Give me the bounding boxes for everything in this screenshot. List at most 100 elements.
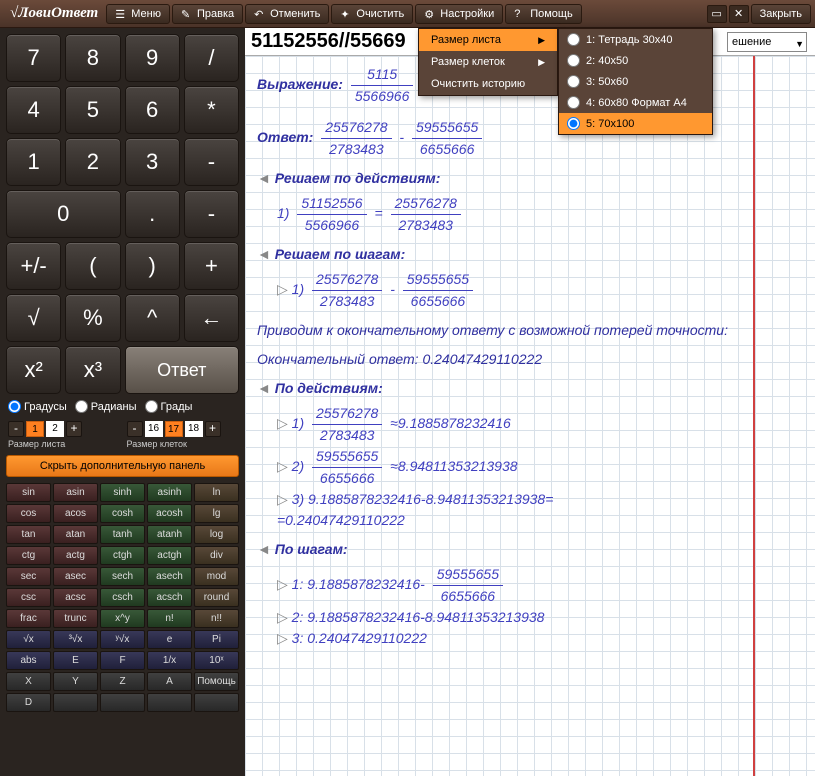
fn-sec[interactable]: sec xyxy=(6,567,51,586)
fn-abs[interactable]: abs xyxy=(6,651,51,670)
key-answer[interactable]: Ответ xyxy=(125,346,240,394)
key-minus[interactable]: - xyxy=(184,138,239,186)
size-option-4[interactable]: 4: 60x80 Формат A4 xyxy=(559,92,712,113)
size-option-1[interactable]: 1: Тетрадь 30x40 xyxy=(559,29,712,50)
fn-round[interactable]: round xyxy=(194,588,239,607)
key-percent[interactable]: % xyxy=(65,294,120,342)
fn-D[interactable]: D xyxy=(6,693,51,712)
key-5[interactable]: 5 xyxy=(65,86,120,134)
key-dot[interactable]: . xyxy=(125,190,180,238)
fn-Y[interactable]: Y xyxy=(53,672,98,691)
key-x3[interactable]: x³ xyxy=(65,346,120,394)
fn-trunc[interactable]: trunc xyxy=(53,609,98,628)
fn-acsc[interactable]: acsc xyxy=(53,588,98,607)
fn-atan[interactable]: atan xyxy=(53,525,98,544)
fn-Pi[interactable]: Pi xyxy=(194,630,239,649)
fn-mod[interactable]: mod xyxy=(194,567,239,586)
fn-asin[interactable]: asin xyxy=(53,483,98,502)
menu-clear-history[interactable]: Очистить историю xyxy=(419,73,557,95)
fn-tan[interactable]: tan xyxy=(6,525,51,544)
key-2[interactable]: 2 xyxy=(65,138,120,186)
fn-E[interactable]: E xyxy=(53,651,98,670)
fn-actgh[interactable]: actgh xyxy=(147,546,192,565)
fn-³√x[interactable]: ³√x xyxy=(53,630,98,649)
fn-asech[interactable]: asech xyxy=(147,567,192,586)
key-8[interactable]: 8 xyxy=(65,34,120,82)
cell-size-18[interactable]: 18 xyxy=(185,421,203,437)
fn-n!![interactable]: n!! xyxy=(194,609,239,628)
page-size-minus[interactable]: - xyxy=(8,421,24,437)
fn-acos[interactable]: acos xyxy=(53,504,98,523)
key-1[interactable]: 1 xyxy=(6,138,61,186)
key-plus[interactable]: + xyxy=(184,242,239,290)
fn-div[interactable]: div xyxy=(194,546,239,565)
fn-A[interactable]: A xyxy=(147,672,192,691)
fn-actg[interactable]: actg xyxy=(53,546,98,565)
key-multiply[interactable]: * xyxy=(184,86,239,134)
undo-button[interactable]: ↶Отменить xyxy=(245,4,329,24)
clear-button[interactable]: ✦Очистить xyxy=(331,4,413,24)
key-0[interactable]: 0 xyxy=(6,190,121,238)
key-backspace[interactable]: ← xyxy=(184,294,239,342)
size-option-3[interactable]: 3: 50x60 xyxy=(559,71,712,92)
close-x-button[interactable]: ✕ xyxy=(729,5,749,23)
edit-button[interactable]: ✎Правка xyxy=(172,4,243,24)
fn-F[interactable]: F xyxy=(100,651,145,670)
key-sqrt[interactable]: √ xyxy=(6,294,61,342)
key-x2[interactable]: x² xyxy=(6,346,61,394)
fn-acsch[interactable]: acsch xyxy=(147,588,192,607)
key-3[interactable]: 3 xyxy=(125,138,180,186)
menu-cell-size[interactable]: Размер клеток▶ xyxy=(419,51,557,73)
close-button[interactable]: Закрыть xyxy=(751,4,811,24)
size-option-2[interactable]: 2: 40x50 xyxy=(559,50,712,71)
radio-grads[interactable]: Грады xyxy=(145,400,193,413)
radio-radians[interactable]: Радианы xyxy=(75,400,137,413)
fn-1/x[interactable]: 1/x xyxy=(147,651,192,670)
fn-csc[interactable]: csc xyxy=(6,588,51,607)
key-lparen[interactable]: ( xyxy=(65,242,120,290)
key-plusminus[interactable]: +/- xyxy=(6,242,61,290)
solution-dropdown[interactable]: ешение xyxy=(727,32,807,52)
fn-cos[interactable]: cos xyxy=(6,504,51,523)
fn-ln[interactable]: ln xyxy=(194,483,239,502)
fn-ʸ√x[interactable]: ʸ√x xyxy=(100,630,145,649)
key-4[interactable]: 4 xyxy=(6,86,61,134)
key-rparen[interactable]: ) xyxy=(125,242,180,290)
size-option-5[interactable]: 5: 70x100 xyxy=(559,113,712,134)
help-button[interactable]: ?Помощь xyxy=(505,4,582,24)
fn-x^y[interactable]: x^y xyxy=(100,609,145,628)
settings-button[interactable]: ⚙Настройки xyxy=(415,4,503,24)
cell-size-16[interactable]: 16 xyxy=(145,421,163,437)
fn-lg[interactable]: lg xyxy=(194,504,239,523)
fn-cosh[interactable]: cosh xyxy=(100,504,145,523)
fn-X[interactable]: X xyxy=(6,672,51,691)
fn-sin[interactable]: sin xyxy=(6,483,51,502)
key-subtract[interactable]: - xyxy=(184,190,239,238)
cell-size-plus[interactable]: + xyxy=(205,421,221,437)
fn-csch[interactable]: csch xyxy=(100,588,145,607)
minimize-button[interactable]: ▭ xyxy=(707,5,727,23)
fn-sinh[interactable]: sinh xyxy=(100,483,145,502)
fn-ctgh[interactable]: ctgh xyxy=(100,546,145,565)
cell-size-17[interactable]: 17 xyxy=(165,421,183,437)
fn-asec[interactable]: asec xyxy=(53,567,98,586)
page-size-plus[interactable]: + xyxy=(66,421,82,437)
fn-Z[interactable]: Z xyxy=(100,672,145,691)
menu-page-size[interactable]: Размер листа▶ xyxy=(419,29,557,51)
fn-tanh[interactable]: tanh xyxy=(100,525,145,544)
fn-n![interactable]: n! xyxy=(147,609,192,628)
hide-panel-button[interactable]: Скрыть дополнительную панель xyxy=(6,455,239,477)
page-size-2[interactable]: 2 xyxy=(46,421,64,437)
fn-asinh[interactable]: asinh xyxy=(147,483,192,502)
fn-atanh[interactable]: atanh xyxy=(147,525,192,544)
fn-10ˣ[interactable]: 10ˣ xyxy=(194,651,239,670)
key-6[interactable]: 6 xyxy=(125,86,180,134)
fn-log[interactable]: log xyxy=(194,525,239,544)
cell-size-minus[interactable]: - xyxy=(127,421,143,437)
fn-e[interactable]: e xyxy=(147,630,192,649)
radio-degrees[interactable]: Градусы xyxy=(8,400,67,413)
key-power[interactable]: ^ xyxy=(125,294,180,342)
fn-Помощь[interactable]: Помощь xyxy=(194,672,239,691)
page-size-1[interactable]: 1 xyxy=(26,421,44,437)
fn-frac[interactable]: frac xyxy=(6,609,51,628)
